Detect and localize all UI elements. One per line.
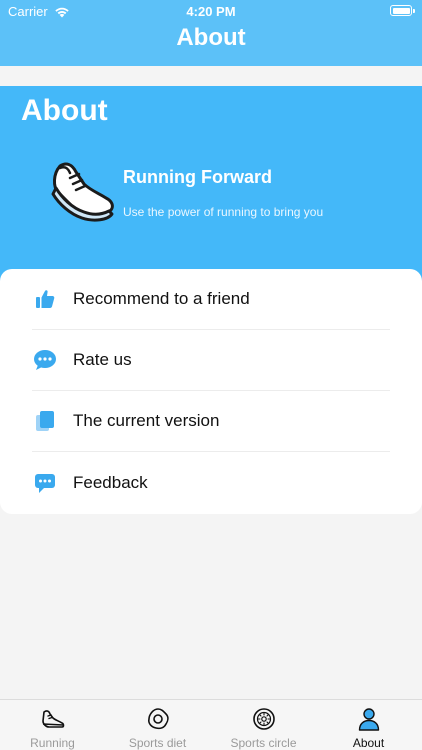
tab-running[interactable]: Running <box>0 700 105 750</box>
clock: 4:20 PM <box>186 4 236 19</box>
menu-item-label: Feedback <box>73 472 148 492</box>
menu-item-current-version[interactable]: The current version <box>32 391 390 452</box>
settings-menu: Recommend to a friend Rate us The curren… <box>0 269 422 514</box>
shoe-icon <box>41 710 64 728</box>
status-bar: Carrier 4:20 PM <box>0 0 422 22</box>
thumbs-up-icon <box>32 286 58 312</box>
tab-bar: Running Sports diet Sports circle About <box>0 699 422 750</box>
battery-icon <box>390 5 415 16</box>
shoe-icon <box>51 162 114 222</box>
tab-label: Sports diet <box>128 736 187 750</box>
app-name: Running Forward <box>123 167 272 187</box>
tab-label: About <box>352 736 385 750</box>
banner-heading: About <box>21 94 108 127</box>
navigation-bar: Carrier 4:20 PM About <box>0 0 422 66</box>
menu-item-rate-us[interactable]: Rate us <box>32 330 390 391</box>
tab-label: Sports circle <box>230 736 297 750</box>
chat-bubble-icon <box>32 347 58 373</box>
menu-item-label: Recommend to a friend <box>73 289 250 308</box>
app-tagline: Use the power of running to bring you <box>123 205 324 219</box>
tab-label: Running <box>30 736 75 750</box>
tab-sports-diet[interactable]: Sports diet <box>105 700 210 750</box>
tab-sports-circle[interactable]: Sports circle <box>211 700 316 750</box>
page-title: About <box>176 24 246 51</box>
egg-icon <box>147 708 169 730</box>
document-stack-icon <box>32 408 58 434</box>
menu-item-feedback[interactable]: Feedback <box>32 452 390 513</box>
kiwi-icon <box>252 708 275 730</box>
menu-item-recommend[interactable]: Recommend to a friend <box>32 269 390 330</box>
menu-item-label: Rate us <box>73 350 132 369</box>
message-icon <box>32 470 58 496</box>
tab-about[interactable]: About <box>316 700 421 750</box>
about-banner: About Running Forward Use the power of r… <box>0 86 422 286</box>
menu-item-label: The current version <box>73 411 220 430</box>
person-icon <box>358 708 379 731</box>
